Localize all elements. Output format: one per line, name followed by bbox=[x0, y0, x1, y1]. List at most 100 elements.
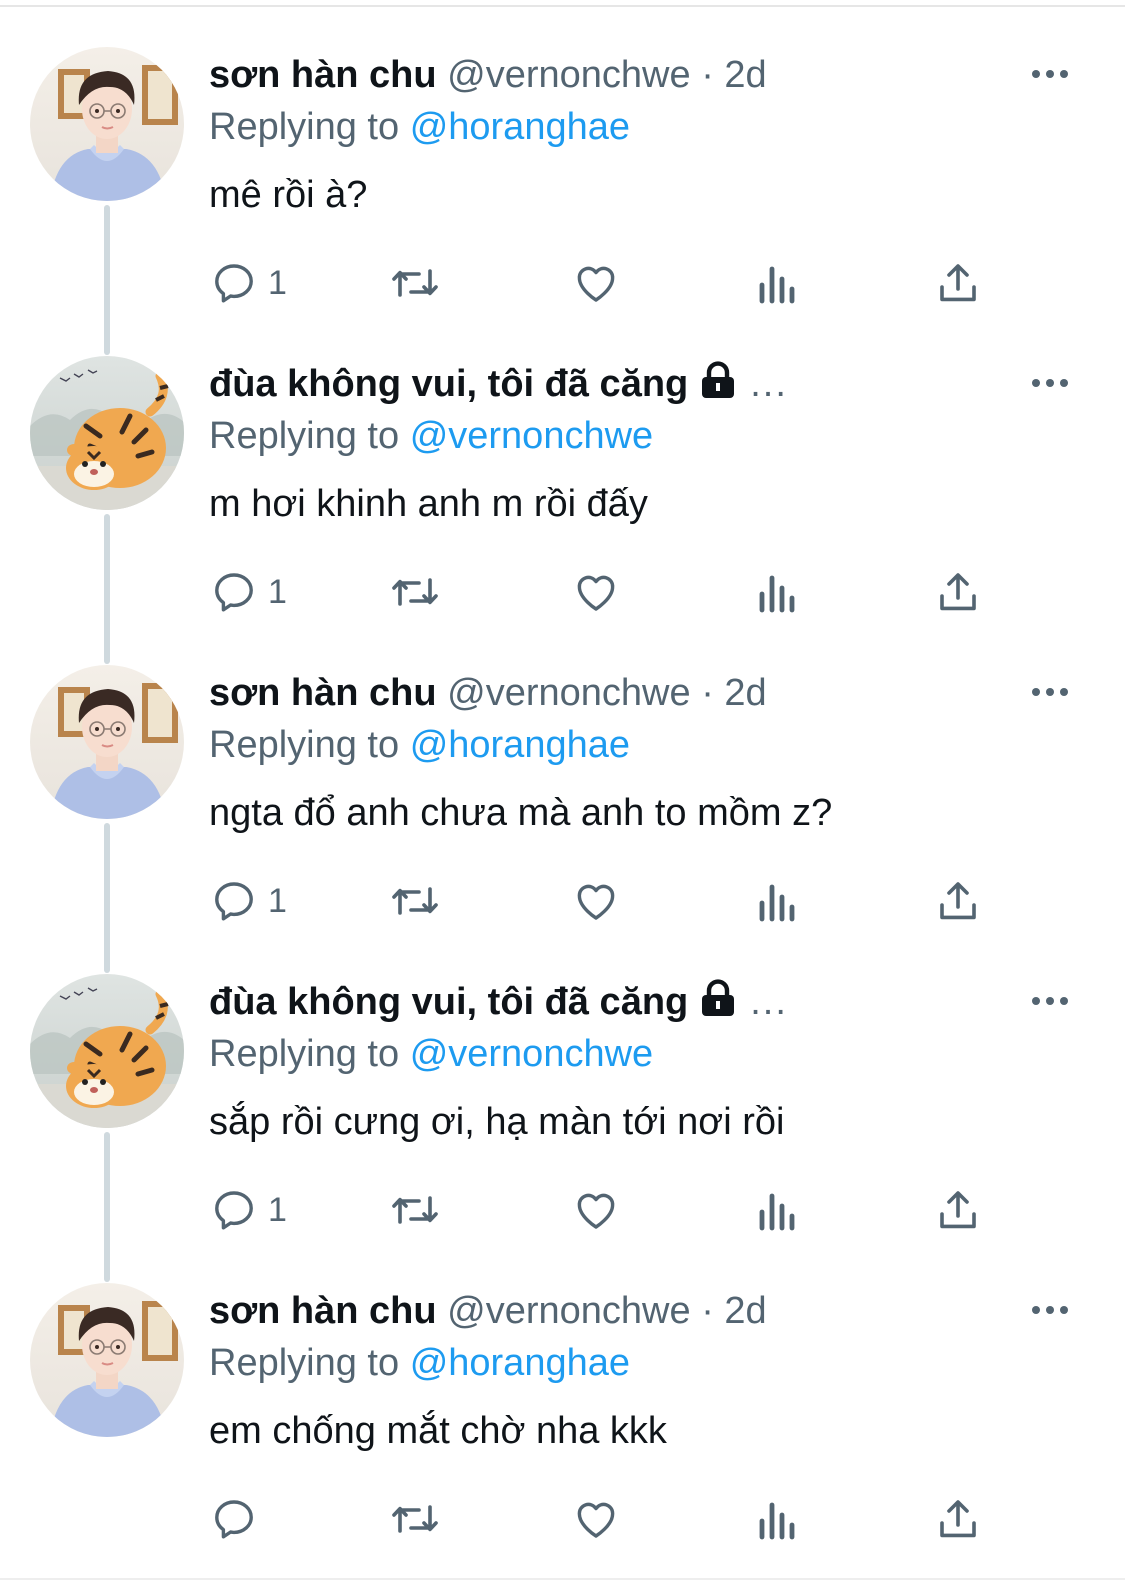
replying-to: Replying to @vernonchwe bbox=[209, 410, 653, 462]
tweet-text: em chống mắt chờ nha kkk bbox=[209, 1410, 667, 1452]
share-icon bbox=[940, 573, 976, 611]
views-button[interactable] bbox=[756, 873, 800, 929]
display-name[interactable]: sơn hàn chu bbox=[209, 1290, 437, 1332]
timestamp[interactable]: 2d bbox=[724, 1290, 766, 1332]
tweet[interactable]: sơn hàn chu @vernonchwe · 2d Replying to… bbox=[0, 1236, 1125, 1545]
timestamp[interactable]: 2d bbox=[724, 54, 766, 96]
like-button[interactable] bbox=[572, 1182, 620, 1238]
reply-icon bbox=[215, 882, 253, 921]
share-button[interactable] bbox=[934, 255, 982, 311]
action-bar bbox=[0, 1491, 1125, 1547]
reply-button[interactable]: 1 bbox=[210, 1182, 287, 1238]
avatar[interactable] bbox=[30, 356, 184, 510]
like-button[interactable] bbox=[572, 1491, 620, 1547]
reply-button[interactable]: 1 bbox=[210, 255, 287, 311]
like-icon bbox=[577, 266, 615, 302]
retweet-button[interactable] bbox=[388, 255, 442, 311]
lock-icon bbox=[702, 979, 735, 1016]
views-button[interactable] bbox=[756, 255, 800, 311]
mention-link[interactable]: @vernonchwe bbox=[410, 1033, 653, 1075]
more-icon[interactable] bbox=[1030, 375, 1070, 391]
reply-count: 1 bbox=[268, 1191, 287, 1229]
tweet-text: m hơi khinh anh m rồi đấy bbox=[209, 483, 648, 525]
tweet-header: sơn hàn chu @vernonchwe · 2d bbox=[209, 48, 1009, 108]
replying-label: Replying to bbox=[209, 415, 400, 457]
replying-label: Replying to bbox=[209, 1033, 400, 1075]
tweet[interactable]: sơn hàn chu @vernonchwe · 2d Replying to… bbox=[0, 618, 1125, 927]
replying-to: Replying to @horanghae bbox=[209, 719, 630, 771]
mention-link[interactable]: @horanghae bbox=[410, 1342, 630, 1384]
avatar[interactable] bbox=[30, 665, 184, 819]
like-icon bbox=[577, 1502, 615, 1538]
display-name[interactable]: đùa không vui, tôi đã căng bbox=[209, 981, 688, 1023]
more-icon[interactable] bbox=[1030, 684, 1070, 700]
like-button[interactable] bbox=[572, 255, 620, 311]
reply-button[interactable] bbox=[210, 1491, 268, 1547]
share-icon bbox=[940, 264, 976, 302]
more-icon[interactable] bbox=[1030, 1302, 1070, 1318]
retweet-icon bbox=[392, 578, 438, 606]
username[interactable]: @vernonchwe bbox=[447, 672, 690, 714]
replying-label: Replying to bbox=[209, 106, 400, 148]
tweet[interactable]: đùa không vui, tôi đã căng... Replying t… bbox=[0, 927, 1125, 1236]
share-icon bbox=[940, 882, 976, 920]
tweet-header: đùa không vui, tôi đã căng... bbox=[209, 975, 1009, 1035]
reply-icon bbox=[215, 264, 253, 303]
mention-link[interactable]: @horanghae bbox=[410, 106, 630, 148]
lock-icon bbox=[702, 361, 735, 398]
username[interactable]: @vernonchwe bbox=[447, 54, 690, 96]
mention-link[interactable]: @horanghae bbox=[410, 724, 630, 766]
display-name[interactable]: đùa không vui, tôi đã căng bbox=[209, 363, 688, 405]
action-bar: 1 bbox=[0, 873, 1125, 929]
tweet-header: sơn hàn chu @vernonchwe · 2d bbox=[209, 666, 1009, 726]
avatar[interactable] bbox=[30, 1283, 184, 1437]
like-button[interactable] bbox=[572, 564, 620, 620]
reply-icon bbox=[215, 1191, 253, 1230]
views-button[interactable] bbox=[756, 1491, 800, 1547]
share-button[interactable] bbox=[934, 1491, 982, 1547]
name-truncation: ... bbox=[750, 363, 788, 405]
reply-count: 1 bbox=[268, 264, 287, 302]
views-icon bbox=[759, 1193, 795, 1231]
reply-count: 1 bbox=[268, 573, 287, 611]
tweet[interactable]: đùa không vui, tôi đã căng... Replying t… bbox=[0, 309, 1125, 618]
more-icon[interactable] bbox=[1030, 993, 1070, 1009]
display-name[interactable]: sơn hàn chu bbox=[209, 54, 437, 96]
avatar[interactable] bbox=[30, 974, 184, 1128]
display-name[interactable]: sơn hàn chu bbox=[209, 672, 437, 714]
more-icon[interactable] bbox=[1030, 66, 1070, 82]
like-button[interactable] bbox=[572, 873, 620, 929]
retweet-button[interactable] bbox=[388, 1491, 442, 1547]
views-button[interactable] bbox=[756, 564, 800, 620]
tweet-text: mê rồi à? bbox=[209, 174, 368, 216]
mention-link[interactable]: @vernonchwe bbox=[410, 415, 653, 457]
retweet-button[interactable] bbox=[388, 1182, 442, 1238]
action-bar: 1 bbox=[0, 255, 1125, 311]
replying-to: Replying to @vernonchwe bbox=[209, 1028, 653, 1080]
retweet-button[interactable] bbox=[388, 873, 442, 929]
replying-to: Replying to @horanghae bbox=[209, 101, 630, 153]
tiger-avatar-icon bbox=[30, 356, 184, 510]
tweet[interactable]: sơn hàn chu @vernonchwe · 2d Replying to… bbox=[0, 0, 1125, 309]
separator: · bbox=[701, 672, 714, 714]
reply-button[interactable]: 1 bbox=[210, 873, 287, 929]
replying-label: Replying to bbox=[209, 724, 400, 766]
share-icon bbox=[940, 1191, 976, 1229]
avatar[interactable] bbox=[30, 47, 184, 201]
retweet-icon bbox=[392, 1505, 438, 1533]
person-avatar-icon bbox=[30, 1283, 184, 1437]
views-icon bbox=[759, 884, 795, 922]
like-icon bbox=[577, 884, 615, 920]
reply-button[interactable]: 1 bbox=[210, 564, 287, 620]
share-button[interactable] bbox=[934, 564, 982, 620]
retweet-button[interactable] bbox=[388, 564, 442, 620]
person-avatar-icon bbox=[30, 665, 184, 819]
timestamp[interactable]: 2d bbox=[724, 672, 766, 714]
share-button[interactable] bbox=[934, 1182, 982, 1238]
username[interactable]: @vernonchwe bbox=[447, 1290, 690, 1332]
retweet-icon bbox=[392, 887, 438, 915]
action-bar: 1 bbox=[0, 564, 1125, 620]
views-button[interactable] bbox=[756, 1182, 800, 1238]
views-icon bbox=[759, 575, 795, 613]
share-button[interactable] bbox=[934, 873, 982, 929]
